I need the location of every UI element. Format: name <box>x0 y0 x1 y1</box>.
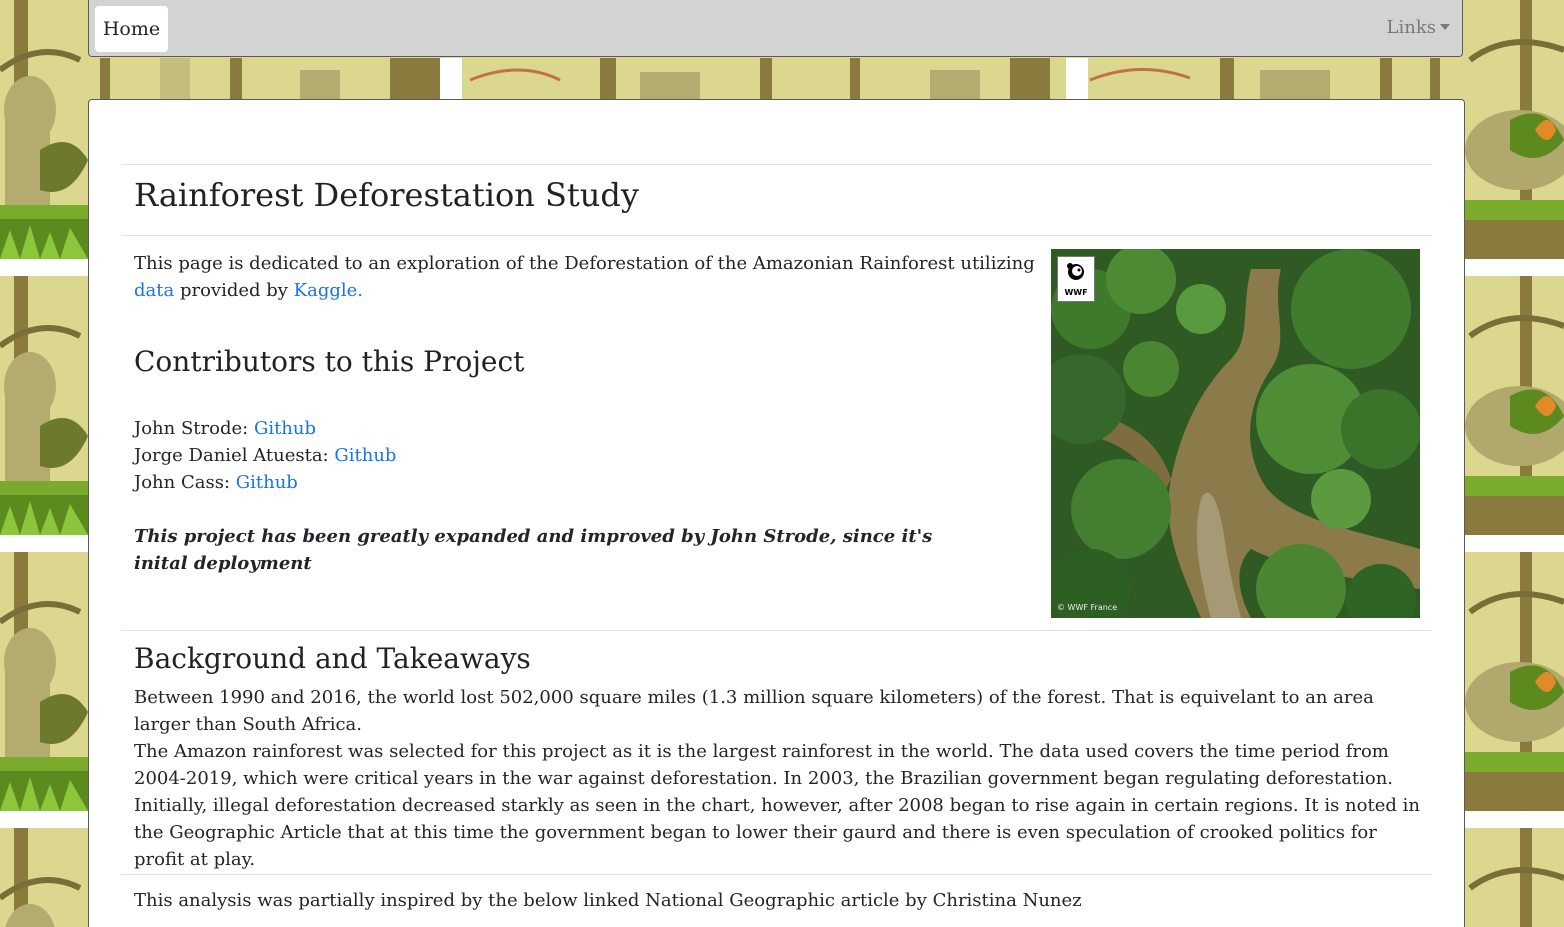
rainforest-photo: WWF © WWF France <box>1051 249 1420 618</box>
contributor-github-link[interactable]: Github <box>236 472 298 493</box>
background-paragraph-1: Between 1990 and 2016, the world lost 50… <box>134 687 1374 735</box>
contributor-github-link[interactable]: Github <box>254 418 316 439</box>
panda-icon <box>1067 263 1084 280</box>
nav-home-link[interactable]: Home <box>95 6 168 52</box>
navbar: Home Links <box>88 0 1463 57</box>
background-paragraph-2: The Amazon rainforest was selected for t… <box>134 741 1420 870</box>
contributor-row: John Strode: Github <box>134 415 396 442</box>
nav-links-dropdown[interactable]: Links <box>1387 17 1450 38</box>
contributors-list: John Strode: Github Jorge Daniel Atuesta… <box>134 415 396 496</box>
contributor-row: John Cass: Github <box>134 469 396 496</box>
contributor-github-link[interactable]: Github <box>334 445 396 466</box>
photo-credit: © WWF France <box>1057 603 1118 612</box>
chevron-down-icon <box>1440 23 1450 30</box>
divider <box>121 164 1432 165</box>
contributor-name: Jorge Daniel Atuesta: <box>134 445 335 466</box>
divider <box>121 630 1432 631</box>
intro-text-middle: provided by <box>174 280 294 301</box>
wwf-logo: WWF <box>1057 256 1095 302</box>
rainforest-image <box>1051 249 1420 618</box>
intro-text: This page is dedicated to an exploration… <box>134 253 1035 274</box>
background-heading: Background and Takeaways <box>134 642 531 675</box>
contributor-name: John Strode: <box>134 418 254 439</box>
main-card: Rainforest Deforestation Study This page… <box>88 99 1465 927</box>
kaggle-link[interactable]: Kaggle. <box>294 280 363 301</box>
nav-links-label: Links <box>1386 17 1436 38</box>
wwf-logo-text: WWF <box>1064 288 1088 297</box>
data-link[interactable]: data <box>134 280 174 301</box>
contributor-row: Jorge Daniel Atuesta: Github <box>134 442 396 469</box>
divider <box>121 874 1432 875</box>
expansion-note: This project has been greatly expanded a… <box>134 526 933 574</box>
contributors-heading: Contributors to this Project <box>134 345 525 378</box>
contributor-name: John Cass: <box>134 472 236 493</box>
divider <box>121 235 1432 236</box>
inspiration-text: This analysis was partially inspired by … <box>134 890 1082 911</box>
page-title: Rainforest Deforestation Study <box>134 176 639 214</box>
intro-paragraph: This page is dedicated to an exploration… <box>134 250 1039 304</box>
